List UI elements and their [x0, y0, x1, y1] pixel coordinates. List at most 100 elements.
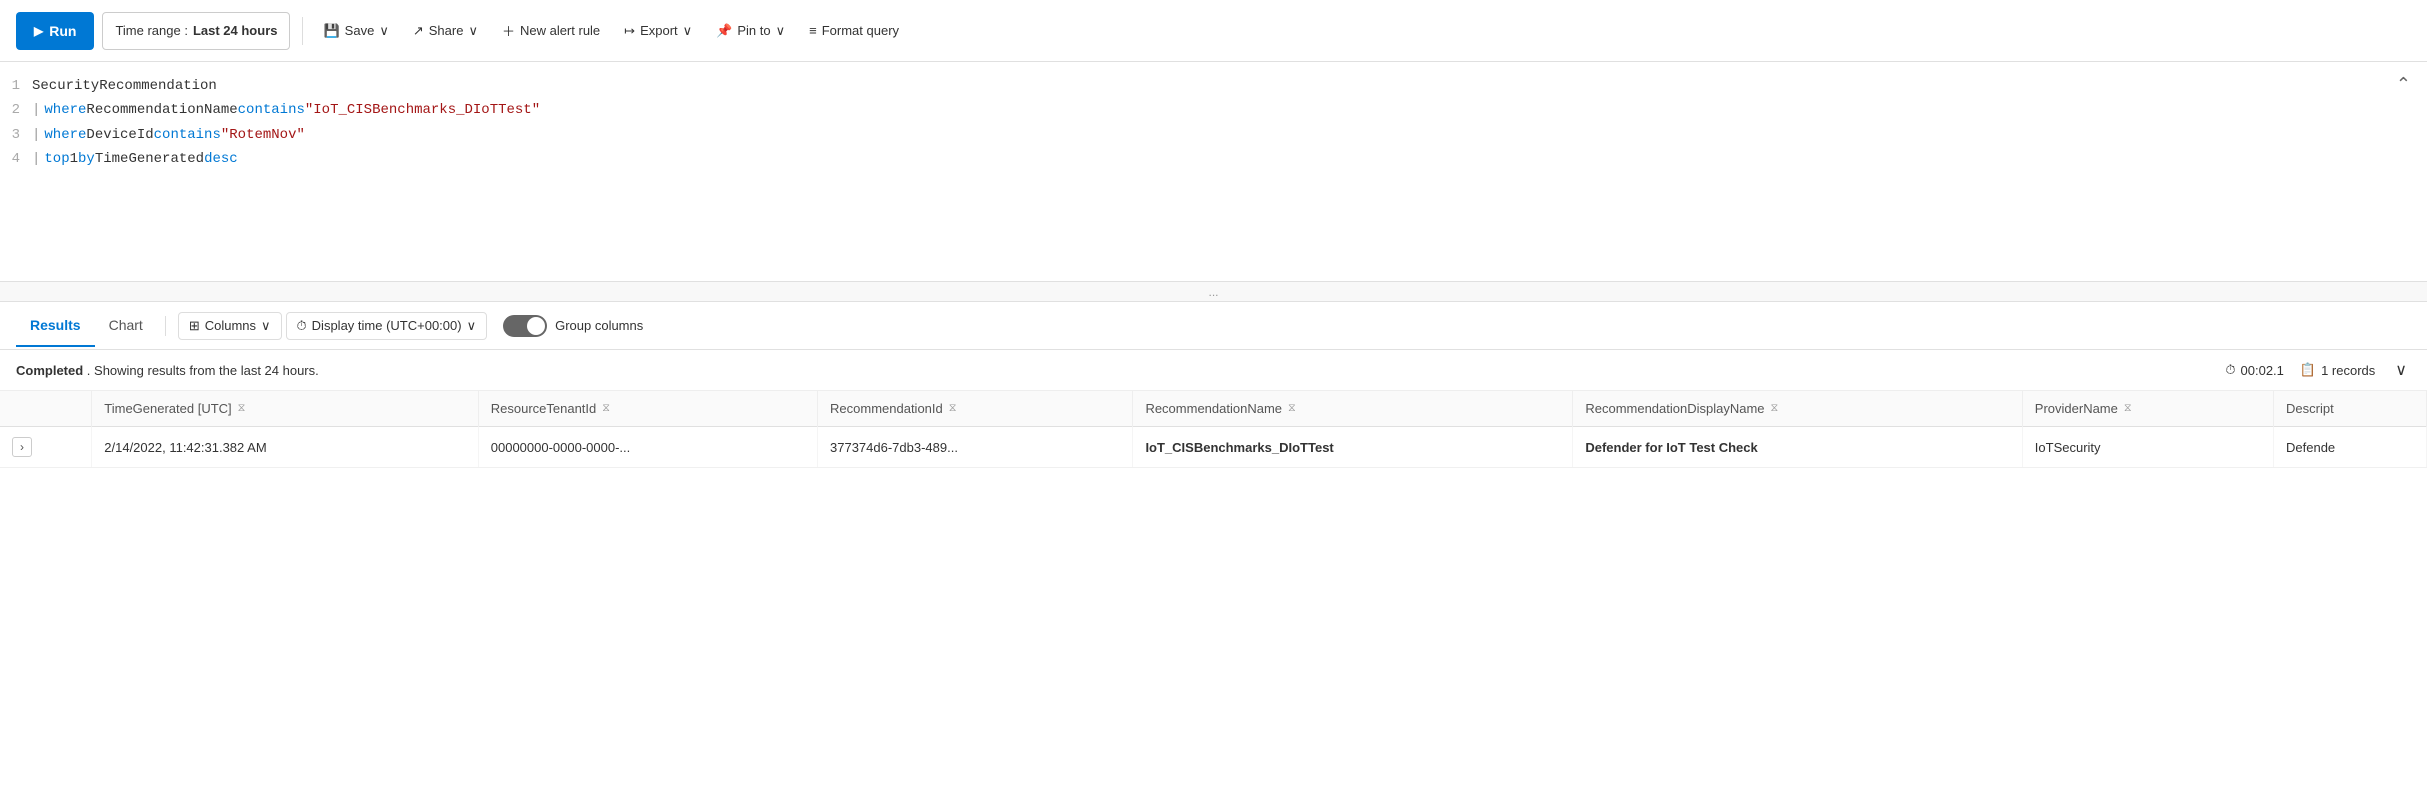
- row-expand-cell: ›: [0, 427, 92, 468]
- func-contains-3: contains: [154, 124, 221, 146]
- collapse-editor-button[interactable]: ⌃: [2396, 74, 2411, 95]
- results-table-wrap: TimeGenerated [UTC] ⧖ ResourceTenantId ⧖…: [0, 391, 2427, 468]
- toggle-knob: [527, 317, 545, 335]
- display-time-label: Display time (UTC+00:00): [312, 318, 462, 333]
- new-alert-button[interactable]: ＋ New alert rule: [494, 12, 608, 50]
- status-bar: Completed . Showing results from the las…: [0, 350, 2427, 391]
- share-button[interactable]: ↗ Share ∨: [405, 12, 486, 50]
- field-2: RecommendationName: [86, 99, 237, 121]
- plus-icon: ＋: [502, 21, 515, 40]
- query-line-1: 1 SecurityRecommendation: [0, 74, 2427, 98]
- pin-to-button[interactable]: 📌 Pin to ∨: [708, 12, 793, 50]
- save-chevron-icon: ∨: [379, 23, 389, 39]
- th-rec-name: RecommendationName ⧖: [1133, 391, 1573, 427]
- save-label: Save: [345, 23, 375, 38]
- columns-icon: ⊞: [189, 318, 200, 334]
- str-2: "IoT_CISBenchmarks_DIoTTest": [305, 99, 540, 121]
- toolbar: ▶ Run Time range : Last 24 hours 💾 Save …: [0, 0, 2427, 62]
- th-desc: Descript: [2274, 391, 2427, 427]
- cell-desc: Defende: [2274, 427, 2427, 468]
- group-columns-label: Group columns: [555, 318, 643, 333]
- row-expand-button[interactable]: ›: [12, 437, 32, 457]
- th-rec-id: RecommendationId ⧖: [818, 391, 1133, 427]
- query-table-name: SecurityRecommendation: [32, 75, 217, 97]
- display-time-button[interactable]: ⏱ Display time (UTC+00:00) ∨: [286, 312, 488, 340]
- completed-label: Completed: [16, 363, 83, 378]
- th-display-name: RecommendationDisplayName ⧖: [1573, 391, 2022, 427]
- field-3: DeviceId: [86, 124, 153, 146]
- pipe-4: |: [32, 148, 40, 170]
- query-time: 00:02.1: [2241, 363, 2284, 378]
- results-table: TimeGenerated [UTC] ⧖ ResourceTenantId ⧖…: [0, 391, 2427, 468]
- results-panel: Results Chart ⊞ Columns ∨ ⏱ Display time…: [0, 302, 2427, 468]
- kw-desc: desc: [204, 148, 238, 170]
- kw-where-2: where: [44, 99, 86, 121]
- time-field: TimeGenerated: [95, 148, 204, 170]
- tab-results[interactable]: Results: [16, 305, 95, 347]
- save-icon: 💾: [323, 23, 339, 39]
- cell-tenant: 00000000-0000-0000-...: [478, 427, 817, 468]
- query-line-3: 3 | where DeviceId contains "RotemNov": [0, 123, 2427, 147]
- line-num-4: 4: [0, 148, 32, 170]
- run-label: Run: [49, 23, 76, 39]
- records-icon: 📋: [2300, 362, 2316, 378]
- filter-icon-rec-name[interactable]: ⧖: [1288, 402, 1296, 415]
- filter-icon-provider[interactable]: ⧖: [2124, 402, 2132, 415]
- pin-to-label: Pin to: [737, 23, 770, 38]
- kw-by: by: [78, 148, 95, 170]
- status-right: ⏱ 00:02.1 📋 1 records ∨: [2225, 358, 2411, 382]
- top-num: 1: [70, 148, 78, 170]
- table-row: › 2/14/2022, 11:42:31.382 AM 00000000-00…: [0, 427, 2427, 468]
- toolbar-divider-1: [302, 17, 303, 45]
- share-label: Share: [429, 23, 464, 38]
- th-provider: ProviderName ⧖: [2022, 391, 2273, 427]
- filter-icon-tenant[interactable]: ⧖: [602, 402, 610, 415]
- th-resource-tenant: ResourceTenantId ⧖: [478, 391, 817, 427]
- group-columns-toggle[interactable]: [503, 315, 547, 337]
- new-alert-label: New alert rule: [520, 23, 600, 38]
- format-query-label: Format query: [822, 23, 899, 38]
- export-label: Export: [640, 23, 678, 38]
- filter-icon-time[interactable]: ⧖: [238, 402, 246, 415]
- records-count: 1 records: [2321, 363, 2375, 378]
- str-3: "RotemNov": [221, 124, 305, 146]
- display-time-chevron-icon: ∨: [467, 318, 477, 334]
- export-chevron-icon: ∨: [683, 23, 693, 39]
- filter-icon-display-name[interactable]: ⧖: [1771, 402, 1779, 415]
- columns-button[interactable]: ⊞ Columns ∨: [178, 312, 282, 340]
- cell-rec-id: 377374d6-7db3-489...: [818, 427, 1133, 468]
- cell-rec-name: IoT_CISBenchmarks_DIoTTest: [1133, 427, 1573, 468]
- status-message: . Showing results from the last 24 hours…: [87, 363, 319, 378]
- run-button[interactable]: ▶ Run: [16, 12, 94, 50]
- play-icon: ▶: [34, 24, 43, 38]
- time-range-value: Last 24 hours: [193, 23, 278, 38]
- kw-where-3: where: [44, 124, 86, 146]
- format-icon: ≡: [809, 23, 817, 38]
- status-left: Completed . Showing results from the las…: [16, 363, 319, 378]
- group-columns-toggle-wrap: Group columns: [503, 315, 643, 337]
- format-query-button[interactable]: ≡ Format query: [801, 12, 907, 50]
- export-icon: ↦: [624, 23, 635, 39]
- export-button[interactable]: ↦ Export ∨: [616, 12, 700, 50]
- kw-top: top: [44, 148, 69, 170]
- drag-handle[interactable]: ...: [0, 282, 2427, 302]
- query-line-4: 4 | top 1 by TimeGenerated desc: [0, 147, 2427, 171]
- query-time-item: ⏱ 00:02.1: [2225, 362, 2284, 378]
- expand-results-button[interactable]: ∨: [2391, 358, 2411, 382]
- pipe-3: |: [32, 124, 40, 146]
- line-num-3: 3: [0, 124, 32, 146]
- save-button[interactable]: 💾 Save ∨: [315, 12, 396, 50]
- cell-provider: IoTSecurity: [2022, 427, 2273, 468]
- line-num-1: 1: [0, 75, 32, 97]
- query-line-2: 2 | where RecommendationName contains "I…: [0, 98, 2427, 122]
- tabs-bar: Results Chart ⊞ Columns ∨ ⏱ Display time…: [0, 302, 2427, 350]
- pin-icon: 📌: [716, 23, 732, 39]
- tab-divider: [165, 316, 166, 336]
- query-editor: 1 SecurityRecommendation 2 | where Recom…: [0, 62, 2427, 282]
- func-contains-2: contains: [238, 99, 305, 121]
- time-range-button[interactable]: Time range : Last 24 hours: [102, 12, 290, 50]
- tab-chart[interactable]: Chart: [95, 305, 157, 347]
- pipe-2: |: [32, 99, 40, 121]
- filter-icon-rec-id[interactable]: ⧖: [949, 402, 957, 415]
- cell-time: 2/14/2022, 11:42:31.382 AM: [92, 427, 478, 468]
